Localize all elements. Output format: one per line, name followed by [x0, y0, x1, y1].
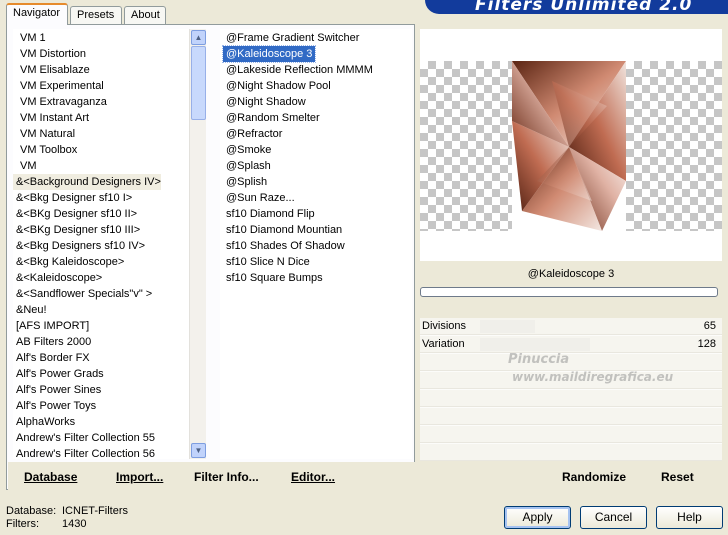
- parameter-value: 128: [697, 338, 716, 350]
- category-item[interactable]: &<BKg Designer sf10 III>: [13, 222, 185, 238]
- preview-image: [512, 61, 626, 231]
- reset-button[interactable]: Reset: [661, 470, 694, 484]
- parameter-name: Divisions: [422, 320, 467, 332]
- category-item[interactable]: &<Sandflower Specials"v" >: [13, 286, 185, 302]
- right-toolbar: Randomize Reset: [419, 462, 722, 490]
- category-item[interactable]: VM 1: [13, 30, 185, 46]
- parameter-row: [420, 408, 722, 425]
- filters-label: Filters:: [6, 518, 39, 530]
- database-label: Database:: [6, 505, 57, 517]
- filter-item[interactable]: @Random Smelter: [223, 110, 320, 126]
- database-value: ICNET-Filters: [62, 505, 128, 517]
- help-button[interactable]: Help: [656, 506, 723, 529]
- category-item[interactable]: &<Background Designers IV>: [13, 174, 161, 190]
- filters-count: 1430: [62, 518, 87, 530]
- parameter-slider-fill[interactable]: [480, 320, 535, 333]
- category-item[interactable]: &Neu!: [13, 302, 185, 318]
- parameter-slider-fill[interactable]: [480, 338, 590, 351]
- scroll-up-icon[interactable]: ▲: [191, 30, 206, 45]
- transparent-right: [626, 61, 722, 231]
- parameter-row[interactable]: Divisions 65: [420, 318, 722, 335]
- parameter-row: [420, 426, 722, 443]
- filter-item[interactable]: sf10 Shades Of Shadow: [223, 238, 345, 254]
- filter-item[interactable]: sf10 Slice N Dice: [223, 254, 310, 270]
- transparent-left: [420, 61, 512, 231]
- category-item[interactable]: Andrew's Filter Collection 56: [13, 446, 185, 459]
- category-item[interactable]: &<BKg Designer sf10 II>: [13, 206, 185, 222]
- scroll-thumb[interactable]: [191, 46, 206, 120]
- parameter-row: [420, 444, 722, 461]
- filter-item[interactable]: @Night Shadow: [223, 94, 306, 110]
- filter-list[interactable]: @Frame Gradient Switcher @Kaleidoscope 3 @…: [220, 29, 412, 459]
- category-item[interactable]: VM Instant Art: [13, 110, 185, 126]
- category-item[interactable]: &<Bkg Kaleidoscope>: [13, 254, 185, 270]
- randomize-button[interactable]: Randomize: [562, 470, 626, 484]
- preview-area: [420, 29, 722, 261]
- parameter-name: Variation: [422, 338, 465, 350]
- filter-item[interactable]: sf10 Diamond Mountian: [223, 222, 342, 238]
- editor-button[interactable]: Editor...: [291, 470, 335, 484]
- parameters-panel: Divisions 65 Variation 128: [420, 318, 722, 461]
- filter-item[interactable]: @Splash: [223, 158, 271, 174]
- progress-bar: [420, 287, 718, 297]
- parameter-row: [420, 354, 722, 371]
- database-button[interactable]: Database: [24, 470, 77, 484]
- current-filter-name: @Kaleidoscope 3: [420, 263, 722, 285]
- filter-item[interactable]: @Lakeside Reflection MMMM: [223, 62, 373, 78]
- filter-item[interactable]: @Kaleidoscope 3: [222, 45, 316, 63]
- category-item[interactable]: VM Distortion: [13, 46, 185, 62]
- parameter-row: [420, 390, 722, 407]
- category-item[interactable]: &<Kaleidoscope>: [13, 270, 185, 286]
- tab-navigator[interactable]: Navigator: [6, 3, 68, 25]
- category-scrollbar[interactable]: ▲ ▼: [189, 29, 206, 459]
- category-item[interactable]: Andrew's Filter Collection 55: [13, 430, 185, 446]
- category-item[interactable]: VM Extravaganza: [13, 94, 185, 110]
- watermark-name: Pinuccia: [508, 352, 570, 367]
- tab-presets[interactable]: Presets: [70, 6, 122, 25]
- category-item[interactable]: Alf's Power Grads: [13, 366, 185, 382]
- category-item[interactable]: VM Experimental: [13, 78, 185, 94]
- category-item[interactable]: [AFS IMPORT]: [13, 318, 185, 334]
- filter-item[interactable]: @Night Shadow Pool: [223, 78, 331, 94]
- category-item[interactable]: &<Bkg Designer sf10 I>: [13, 190, 185, 206]
- category-item[interactable]: Alf's Power Toys: [13, 398, 185, 414]
- filter-item[interactable]: @Frame Gradient Switcher: [223, 30, 359, 46]
- import-button[interactable]: Import...: [116, 470, 163, 484]
- watermark-url: www.maildiregrafica.eu: [512, 370, 674, 384]
- app-title: Filters Unlimited 2.0: [475, 0, 693, 14]
- category-item[interactable]: AB Filters 2000: [13, 334, 185, 350]
- filter-info-button[interactable]: Filter Info...: [194, 470, 259, 484]
- cancel-button[interactable]: Cancel: [580, 506, 647, 529]
- parameter-row[interactable]: Variation 128: [420, 336, 722, 353]
- filter-item[interactable]: @Smoke: [223, 142, 271, 158]
- apply-button[interactable]: Apply: [504, 506, 571, 529]
- category-item[interactable]: VM Elisablaze: [13, 62, 185, 78]
- filter-item[interactable]: @Refractor: [223, 126, 282, 142]
- category-item[interactable]: Alf's Power Sines: [13, 382, 185, 398]
- filter-item[interactable]: sf10 Square Bumps: [223, 270, 323, 286]
- category-item[interactable]: VM: [13, 158, 185, 174]
- filter-item[interactable]: sf10 Diamond Flip: [223, 206, 315, 222]
- category-item[interactable]: &<Bkg Designers sf10 IV>: [13, 238, 185, 254]
- category-item[interactable]: VM Natural: [13, 126, 185, 142]
- filter-item[interactable]: @Sun Raze...: [223, 190, 295, 206]
- title-banner: Filters Unlimited 2.0: [425, 0, 728, 14]
- filter-item[interactable]: @Splish: [223, 174, 267, 190]
- parameter-value: 65: [703, 320, 716, 332]
- category-item[interactable]: AlphaWorks: [13, 414, 185, 430]
- category-item[interactable]: VM Toolbox: [13, 142, 185, 158]
- left-toolbar: Database Import... Filter Info... Editor…: [8, 462, 416, 490]
- category-item[interactable]: Alf's Border FX: [13, 350, 185, 366]
- tab-about[interactable]: About: [124, 6, 166, 25]
- category-list[interactable]: VM 1 VM Distortion VM Elisablaze VM Experim…: [13, 29, 205, 459]
- scroll-down-icon[interactable]: ▼: [191, 443, 206, 458]
